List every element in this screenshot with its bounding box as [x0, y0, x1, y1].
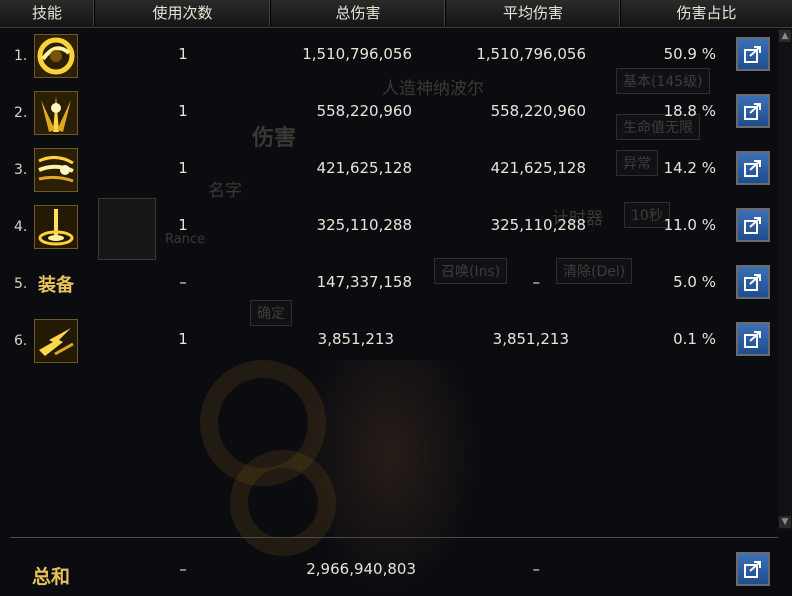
table-row: 6. 1 3,851,213 3,851,213 0.1 %	[0, 312, 792, 369]
row-avg-damage: 558,220,960	[490, 102, 586, 120]
row-total-damage: 421,625,128	[316, 159, 412, 177]
row-damage-share: 5.0 %	[673, 273, 716, 291]
share-icon	[744, 46, 761, 63]
share-icon	[744, 274, 761, 291]
row-rank: 3.	[14, 162, 28, 178]
row-total-damage: 147,337,158	[316, 273, 412, 291]
export-button[interactable]	[736, 322, 770, 356]
row-uses: 1	[178, 102, 188, 120]
header-uses[interactable]: 使用次数	[95, 0, 271, 26]
row-total-damage: 558,220,960	[316, 102, 412, 120]
export-button[interactable]	[736, 552, 770, 586]
row-avg-damage: 421,625,128	[490, 159, 586, 177]
share-icon	[744, 331, 761, 348]
row-total-damage: 3,851,213	[317, 330, 394, 348]
row-damage-share: 18.8 %	[663, 102, 716, 120]
row-rank: 6.	[14, 333, 28, 349]
row-damage-share: 14.2 %	[663, 159, 716, 177]
row-avg-damage: 325,110,288	[490, 216, 586, 234]
export-button[interactable]	[736, 37, 770, 71]
row-damage-share: 50.9 %	[663, 45, 716, 63]
table-row: 3. 1 421,625,128 421,625,128 14.2 %	[0, 141, 792, 198]
export-button[interactable]	[736, 265, 770, 299]
share-icon	[744, 561, 761, 578]
export-button[interactable]	[736, 151, 770, 185]
row-uses: –	[179, 273, 187, 291]
row-total-damage: 1,510,796,056	[302, 45, 412, 63]
summary-label: 总和	[32, 566, 71, 588]
background-ring	[230, 450, 336, 556]
row-uses: 1	[178, 45, 188, 63]
table-header: 技能 使用次数 总伤害 平均伤害 伤害占比	[0, 0, 792, 28]
crescent-slash-skill-icon[interactable]	[34, 34, 78, 78]
export-button[interactable]	[736, 94, 770, 128]
table-row: 2. 1 558,220,960 558,220,960 18.8 %	[0, 84, 792, 141]
row-uses: 1	[178, 216, 188, 234]
scroll-down-arrow-icon[interactable]: ▼	[779, 516, 791, 528]
row-total-damage: 325,110,288	[316, 216, 412, 234]
header-damage-share[interactable]: 伤害占比	[621, 0, 792, 26]
scroll-up-arrow-icon[interactable]: ▲	[779, 30, 791, 42]
share-icon	[744, 160, 761, 177]
row-rank: 5.	[14, 276, 28, 292]
header-total-damage[interactable]: 总伤害	[271, 0, 446, 26]
radiant-burst-skill-icon[interactable]	[34, 91, 78, 135]
header-skill[interactable]: 技能	[0, 0, 95, 26]
row-avg-damage: 3,851,213	[492, 330, 569, 348]
share-icon	[744, 103, 761, 120]
summary-avg-damage: –	[532, 560, 541, 578]
row-damage-share: 11.0 %	[663, 216, 716, 234]
row-uses: 1	[178, 159, 188, 177]
row-avg-damage: –	[532, 273, 541, 291]
row-avg-damage: 1,510,796,056	[476, 45, 586, 63]
background-ring	[200, 360, 326, 486]
row-rank: 1.	[14, 48, 28, 64]
scrollbar[interactable]	[778, 28, 792, 530]
row-rank: 2.	[14, 105, 28, 121]
summary-row: 总和 – 2,966,940,803 –	[0, 542, 792, 596]
table-row: 5. 装备 – 147,337,158 – 5.0 %	[0, 255, 792, 312]
row-damage-share: 0.1 %	[673, 330, 716, 348]
header-avg-damage[interactable]: 平均伤害	[446, 0, 621, 26]
table-row: 1. 1 1,510,796,056 1,510,796,056 50.9 %	[0, 27, 792, 84]
lightning-dash-skill-icon[interactable]	[34, 319, 78, 363]
wave-beam-skill-icon[interactable]	[34, 148, 78, 192]
export-button[interactable]	[736, 208, 770, 242]
equipment-label: 装备	[38, 275, 74, 296]
ground-strike-skill-icon[interactable]	[34, 205, 78, 249]
summary-uses: –	[179, 560, 187, 578]
share-icon	[744, 217, 761, 234]
summary-total-damage: 2,966,940,803	[306, 560, 416, 578]
row-rank: 4.	[14, 219, 28, 235]
divider	[10, 537, 778, 538]
row-uses: 1	[178, 330, 188, 348]
table-row: 4. 1 325,110,288 325,110,288 11.0 %	[0, 198, 792, 255]
